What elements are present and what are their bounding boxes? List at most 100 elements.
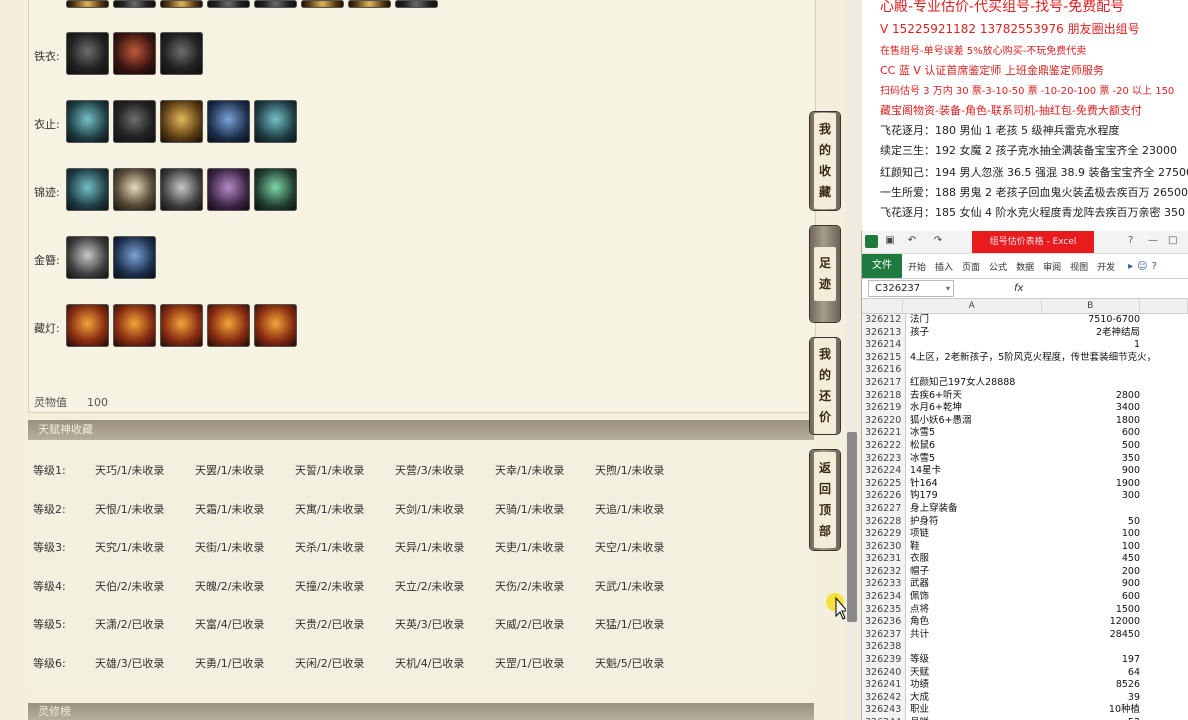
equipment-item-icon[interactable]	[66, 32, 109, 75]
cell-a[interactable]: 项链	[906, 528, 1046, 541]
cell-a[interactable]: 冰雪5	[906, 427, 1046, 440]
row-number[interactable]: 326231	[862, 553, 906, 566]
collection-cell[interactable]: 天巧/1/未收录	[95, 462, 195, 478]
cell-b[interactable]: 350	[1046, 453, 1144, 466]
row-number[interactable]: 326216	[862, 364, 906, 377]
collection-cell[interactable]: 天雄/3/已收录	[95, 655, 195, 671]
equipment-item-icon[interactable]	[66, 0, 109, 8]
collection-cell[interactable]: 天英/3/已收录	[395, 616, 495, 632]
cell-b[interactable]: 12000	[1046, 616, 1144, 629]
row-number[interactable]: 326220	[862, 414, 906, 428]
equipment-item-icon[interactable]	[254, 0, 297, 8]
cell-a[interactable]	[906, 641, 1046, 654]
ribbon-tab[interactable]: 开始	[908, 260, 926, 273]
cell-a[interactable]: 针164	[906, 478, 1046, 491]
row-number[interactable]: 326212	[862, 314, 906, 327]
row-number[interactable]: 326214	[862, 339, 906, 352]
row-number[interactable]: 326240	[862, 666, 906, 680]
cell-b[interactable]: 300	[1046, 490, 1144, 503]
row-number[interactable]: 326232	[862, 565, 906, 579]
cell-a[interactable]: 去疾6+听天	[906, 390, 1046, 403]
cell-a[interactable]	[906, 339, 1046, 352]
cell-b[interactable]: 100	[1046, 541, 1144, 554]
cell-b[interactable]: 64	[1046, 667, 1144, 680]
ribbon-tab[interactable]: 开发	[1097, 260, 1115, 273]
ribbon-tab[interactable]: 页面	[962, 260, 980, 273]
collection-cell[interactable]: 天富/4/已收录	[195, 616, 295, 632]
ribbon-scroll-icon[interactable]: ▸	[1128, 261, 1133, 272]
collection-cell[interactable]: 天骑/1/未收录	[495, 501, 595, 517]
row-number[interactable]: 326239	[862, 654, 906, 667]
cell-a[interactable]: 等级	[906, 654, 1046, 667]
ribbon-tab[interactable]: 数据	[1016, 260, 1034, 273]
help-icon[interactable]: ?	[1128, 235, 1133, 246]
row-number[interactable]: 326235	[862, 603, 906, 617]
equipment-item-icon[interactable]	[301, 0, 344, 8]
smiley-icon[interactable]: ☺	[1137, 261, 1147, 272]
equipment-item-icon[interactable]	[207, 100, 250, 143]
collection-cell[interactable]: 天剑/1/未收录	[395, 501, 495, 517]
row-number[interactable]: 326221	[862, 427, 906, 440]
cell-a[interactable]: 共计	[906, 629, 1046, 642]
equipment-item-icon[interactable]	[160, 304, 203, 347]
cell-b[interactable]: 7510-6700	[1046, 314, 1144, 327]
ribbon-tab[interactable]: 视图	[1070, 260, 1088, 273]
cell-a[interactable]: 钩179	[906, 490, 1046, 503]
row-number[interactable]: 326234	[862, 591, 906, 604]
equipment-item-icon[interactable]	[113, 32, 156, 75]
cell-b[interactable]: 2老神结局	[1046, 327, 1144, 340]
cell-b[interactable]: 10种植	[1046, 704, 1144, 717]
select-all-corner[interactable]	[862, 299, 903, 313]
row-number[interactable]: 326237	[862, 628, 906, 642]
ribbon-file-tab[interactable]: 文件	[862, 254, 902, 278]
cell-b[interactable]: 500	[1046, 440, 1144, 453]
cell-a[interactable]: 狐小妖6+愚溺	[906, 415, 1046, 428]
cell-a[interactable]: 孩子	[906, 327, 1046, 340]
row-number[interactable]: 326224	[862, 465, 906, 478]
cell-a[interactable]: 身上穿装备	[906, 503, 1046, 516]
row-number[interactable]: 326241	[862, 679, 906, 692]
cell-a[interactable]: 鞋	[906, 541, 1046, 554]
undo-icon[interactable]: ↶	[906, 235, 918, 247]
row-number[interactable]: 326213	[862, 326, 906, 340]
collection-cell[interactable]: 天武/1/未收录	[595, 578, 695, 594]
collection-cell[interactable]: 天煦/1/未收录	[595, 462, 695, 478]
row-number[interactable]: 326236	[862, 616, 906, 629]
collection-cell[interactable]: 天誓/1/未收录	[295, 462, 395, 478]
save-icon[interactable]: ▣	[884, 235, 896, 247]
cell-b[interactable]	[1046, 377, 1144, 390]
cell-a[interactable]: 职业	[906, 704, 1046, 717]
cell-a[interactable]	[906, 364, 1046, 377]
name-box[interactable]: C326237	[868, 280, 954, 297]
equipment-item-icon[interactable]	[207, 304, 250, 347]
equipment-item-icon[interactable]	[66, 304, 109, 347]
equipment-item-icon[interactable]	[254, 168, 297, 211]
collection-cell[interactable]: 天营/3/未收录	[395, 462, 495, 478]
cell-b[interactable]: 900	[1046, 578, 1144, 591]
collection-cell[interactable]: 天撞/2/未收录	[295, 578, 395, 594]
equipment-item-icon[interactable]	[207, 0, 250, 8]
collection-cell[interactable]: 天伤/2/未收录	[495, 578, 595, 594]
row-number[interactable]: 326228	[862, 515, 906, 529]
cell-b[interactable]: 28450	[1046, 629, 1144, 642]
collection-cell[interactable]: 天恨/1/未收录	[95, 501, 195, 517]
back-to-top-button[interactable]: 返回顶部	[810, 450, 840, 550]
cell-b[interactable]: 1	[1046, 339, 1144, 352]
collection-cell[interactable]: 天机/4/已收录	[395, 655, 495, 671]
collection-cell[interactable]: 天追/1/未收录	[595, 501, 695, 517]
collection-cell[interactable]: 天空/1/未收录	[595, 539, 695, 555]
collection-cell[interactable]: 天贵/2/已收录	[295, 616, 395, 632]
equipment-item-icon[interactable]	[207, 168, 250, 211]
row-number[interactable]: 326225	[862, 477, 906, 491]
ribbon-tab[interactable]: 插入	[935, 260, 953, 273]
equipment-item-icon[interactable]	[348, 0, 391, 8]
collection-cell[interactable]: 天伯/2/未收录	[95, 578, 195, 594]
cell-b[interactable]: 200	[1046, 566, 1144, 579]
equipment-item-icon[interactable]	[160, 32, 203, 75]
equipment-item-icon[interactable]	[160, 100, 203, 143]
maximize-icon[interactable]: □	[1168, 235, 1177, 246]
cell-b[interactable]: 8526	[1046, 679, 1144, 692]
collection-cell[interactable]: 天魄/2/未收录	[195, 578, 295, 594]
cell-b[interactable]: 450	[1046, 553, 1144, 566]
cell-b[interactable]: 39	[1046, 692, 1144, 705]
